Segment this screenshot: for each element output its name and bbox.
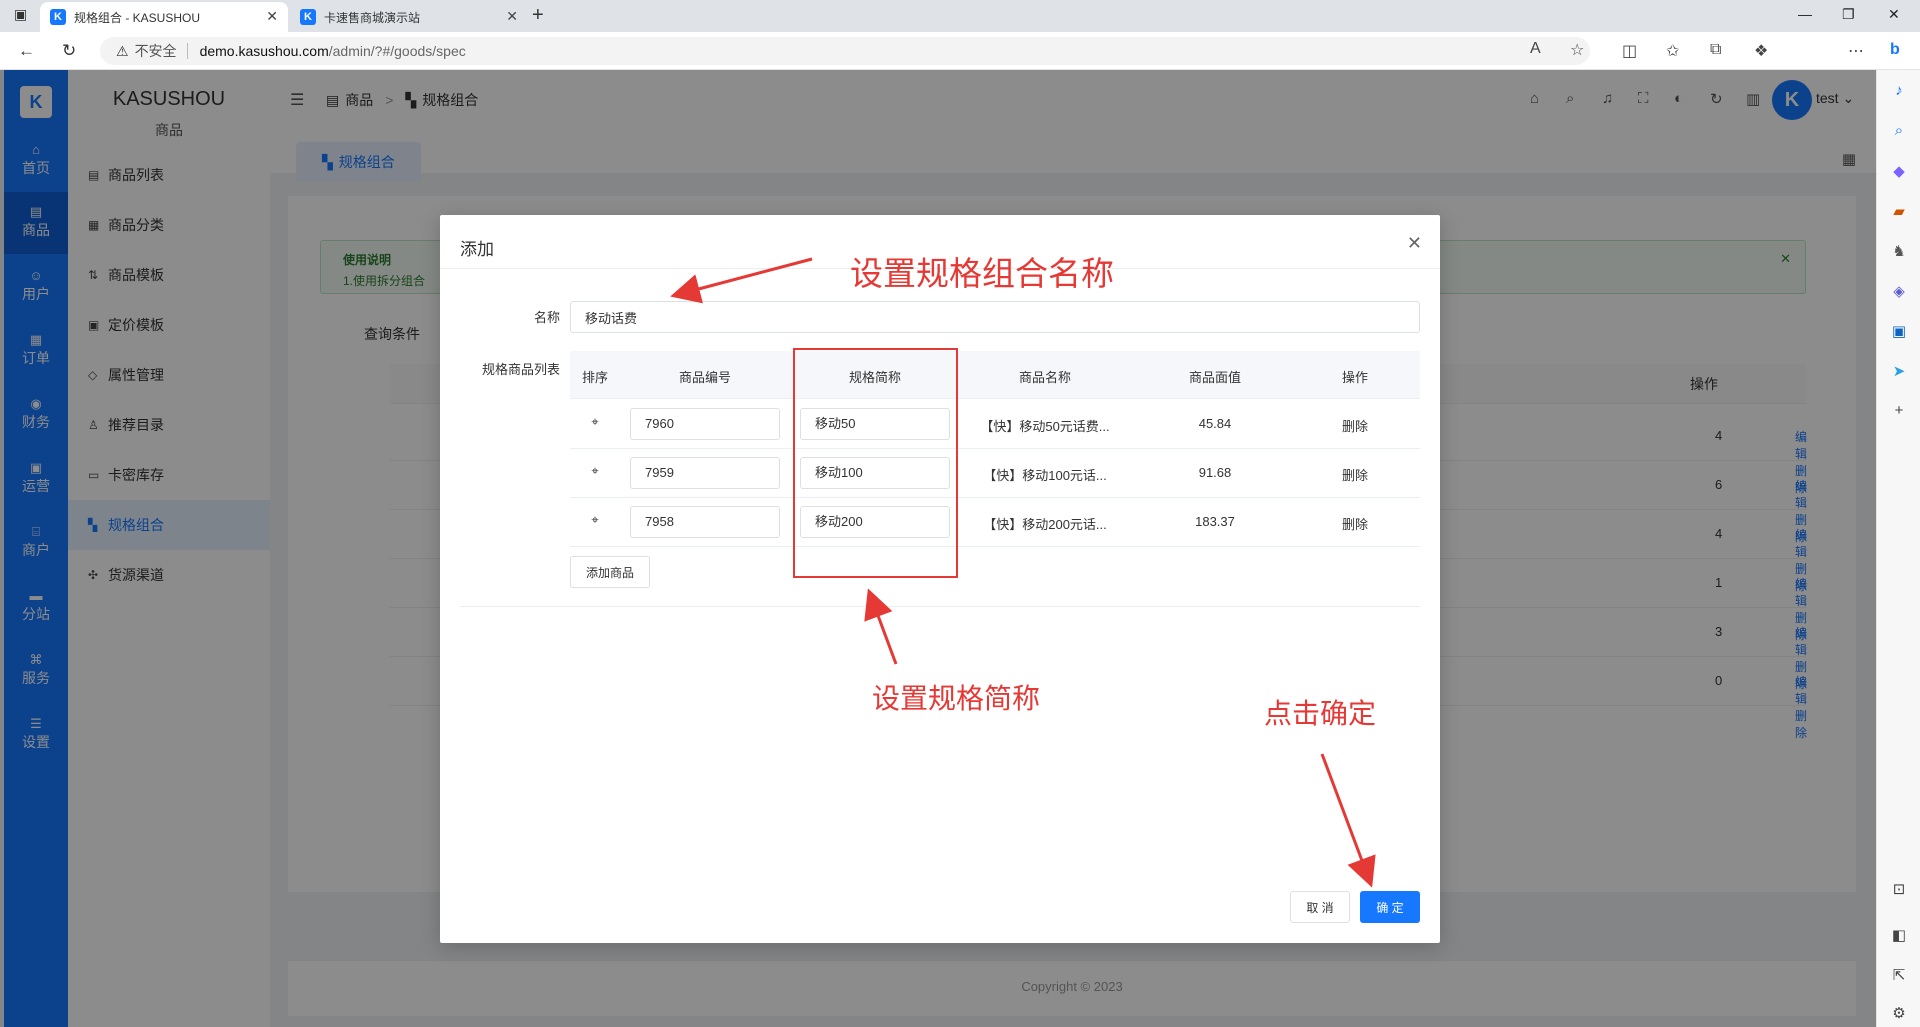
games-icon[interactable]: ♞ [1889,242,1909,262]
add-goods-button[interactable]: 添加商品 [570,556,650,588]
refresh-icon[interactable]: ↻ [62,41,76,61]
collections-icon[interactable]: ⧉ [1710,41,1721,59]
spec-list-label: 规格商品列表 [481,362,560,377]
url-field[interactable]: ⚠ 不安全 demo.kasushou.com /admin/?#/goods/… [100,37,1590,65]
browser-tab[interactable]: K 卡速售商城演示站 ✕ [290,2,528,32]
url-host: demo.kasushou.com [199,43,329,59]
goods-name: 【快】移动100元话... [983,468,1107,483]
tab-title: 卡速售商城演示站 [324,10,421,25]
goods-name: 【快】移动50元话费... [980,419,1110,434]
window-close-icon[interactable]: ✕ [1888,6,1900,23]
address-bar-row: ← ↻ ⚠ 不安全 demo.kasushou.com /admin/?#/go… [0,32,1920,94]
kasushou-favicon-icon: K [300,9,316,25]
highlight-box-spec-short [793,348,958,578]
tab-actions-icon[interactable]: ▣ [14,6,34,26]
drag-handle-icon[interactable]: ⌖ [570,463,620,479]
divider [460,606,1420,607]
not-secure-label: 不安全 [134,43,177,59]
sidebar-toggle-icon[interactable]: ◧ [1889,926,1909,946]
tools-icon[interactable]: ▰ [1889,202,1909,222]
annotation-short-hint: 设置规格简称 [872,683,1041,714]
omnibox-divider [186,43,188,59]
split-screen-icon[interactable]: ◫ [1622,41,1637,61]
restore-icon[interactable]: ❐ [1842,6,1855,23]
more-menu-icon[interactable]: ⋯ [1848,41,1864,61]
gear-icon[interactable]: ⚙ [1889,1004,1909,1024]
table-row: ⌖ 7960 移动50 【快】移动50元话费... 45.84 删除 [570,400,1420,449]
search-icon[interactable]: ⌕ [1889,122,1909,142]
goods-code-input[interactable]: 7960 [630,408,780,440]
extensions-icon[interactable]: ❖ [1754,41,1768,61]
outlook-icon[interactable]: ▣ [1889,322,1909,342]
column-header: 商品名称 [1018,370,1071,385]
external-link-icon[interactable]: ⇱ [1889,966,1909,986]
column-header: 商品面值 [1188,370,1241,385]
column-header: 商品编号 [678,370,731,385]
drag-handle-icon[interactable]: ⌖ [570,512,620,528]
new-tab-icon[interactable]: + [532,4,544,27]
url-path: /admin/?#/goods/spec [328,43,466,59]
goods-value: 45.84 [1198,416,1232,431]
goods-value: 183.37 [1195,514,1235,529]
browser-tab-bar: ▣ K 规格组合 - KASUSHOU ✕ K 卡速售商城演示站 ✕ + — ❐… [0,0,1920,32]
read-aloud-icon[interactable]: A [1530,40,1541,58]
cancel-button[interactable]: 取 消 [1290,891,1350,923]
goods-code-input[interactable]: 7959 [630,457,780,489]
close-icon[interactable]: ✕ [1407,233,1422,254]
column-header: 操作 [1341,370,1368,385]
goods-value: 91.68 [1198,465,1232,480]
add-icon[interactable]: + [1889,402,1909,422]
warning-icon: ⚠ [116,42,129,59]
back-icon[interactable]: ← [18,41,35,61]
delete-link[interactable]: 删除 [1300,416,1410,435]
tab-title: 规格组合 - KASUSHOU [74,10,201,25]
dialog-title: 添加 [460,240,494,259]
favorite-star-icon[interactable]: ☆ [1570,40,1584,60]
add-spec-dialog: 添加 ✕ 名称 移动话费 规格商品列表 排序 商品编号 规格简称 商品名称 商品… [440,215,1440,943]
delete-link[interactable]: 删除 [1300,514,1410,533]
confirm-button[interactable]: 确 定 [1360,891,1420,923]
delete-link[interactable]: 删除 [1300,465,1410,484]
browser-tab-active[interactable]: K 规格组合 - KASUSHOU ✕ [40,2,288,32]
notification-icon[interactable]: ♪ [1889,82,1909,102]
drag-handle-icon[interactable]: ⌖ [570,414,620,430]
send-icon[interactable]: ➤ [1889,362,1909,382]
copilot-icon[interactable]: b [1890,41,1900,59]
tab-close-icon[interactable]: ✕ [266,8,278,25]
table-row: ⌖ 7958 移动200 【快】移动200元话... 183.37 删除 [570,498,1420,547]
kasushou-favicon-icon: K [50,9,66,25]
shopping-icon[interactable]: ◆ [1889,162,1909,182]
name-input[interactable]: 移动话费 [570,301,1420,333]
column-header: 排序 [581,370,608,385]
edge-sidebar: ♪ ⌕ ◆ ▰ ♞ ◈ ▣ ➤ + ⊡ ◧ ⇱ ⚙ [1876,70,1920,1027]
m365-icon[interactable]: ◈ [1889,282,1909,302]
table-row: ⌖ 7959 移动100 【快】移动100元话... 91.68 删除 [570,449,1420,498]
favorites-icon[interactable]: ✩ [1666,41,1679,61]
annotation-name-hint: 设置规格组合名称 [850,255,1114,292]
annotation-confirm-hint: 点击确定 [1264,698,1377,729]
goods-code-input[interactable]: 7958 [630,506,780,538]
goods-name: 【快】移动200元话... [983,517,1107,532]
minimize-icon[interactable]: — [1798,6,1812,22]
tab-close-icon[interactable]: ✕ [506,8,518,25]
screenshot-icon[interactable]: ⊡ [1889,880,1909,900]
table-header: 排序 商品编号 规格简称 商品名称 商品面值 操作 [570,351,1420,399]
name-label: 名称 [533,310,560,325]
